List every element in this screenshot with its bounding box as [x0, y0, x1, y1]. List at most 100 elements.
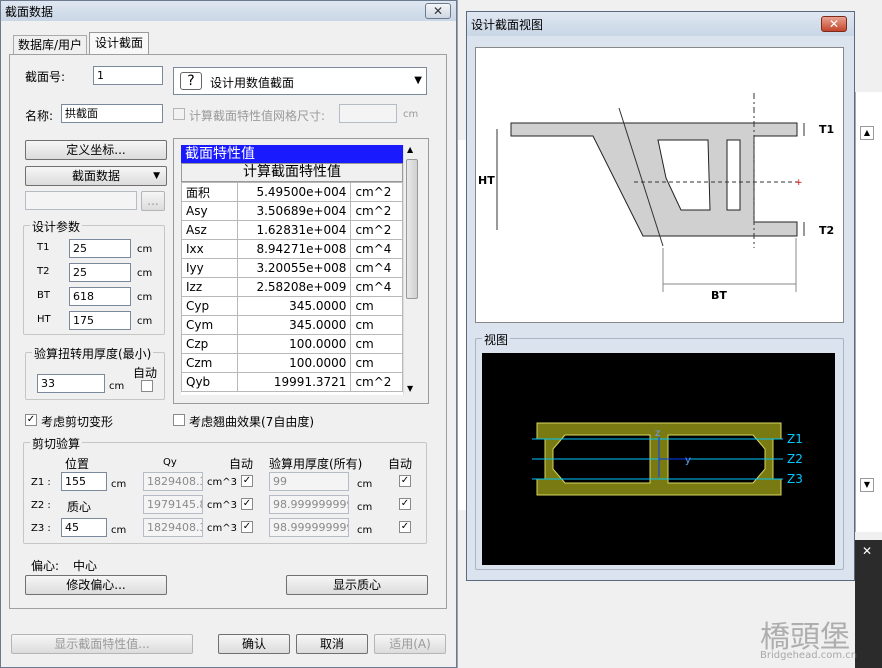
- chevron-down-icon: ▼: [414, 75, 422, 86]
- param-t2-label: T2: [37, 266, 50, 277]
- section-data-button-label: 截面数据: [71, 169, 120, 183]
- props-table-wrap: 截面特性值 计算截面特性值 面积 5.49500e+004 cm^2 Asy 3.506…: [181, 145, 403, 395]
- props-value-cell: 100.0000: [236, 353, 352, 373]
- z3-thickness-auto-checkbox[interactable]: ✓: [399, 521, 411, 533]
- param-t2-unit: cm: [137, 268, 153, 279]
- background-scroll-up[interactable]: ▲: [860, 126, 874, 140]
- preview-drawing: z y Z1 Z2 Z3: [532, 422, 803, 496]
- z2-thickness-unit: cm: [357, 502, 373, 513]
- z2-thickness-auto-checkbox[interactable]: ✓: [399, 498, 411, 510]
- z1-thickness-input[interactable]: 99: [269, 472, 349, 491]
- ok-button[interactable]: 确认: [218, 634, 290, 654]
- background-right-panel: [855, 92, 882, 532]
- show-centroid-button[interactable]: 显示质心: [286, 575, 428, 595]
- props-name-cell: Czp: [181, 334, 238, 354]
- section-type-select[interactable]: ? 设计用数值截面 ▼: [173, 67, 427, 95]
- section-data-button[interactable]: 截面数据 ▼: [25, 166, 167, 186]
- preview-z1-label: Z1: [787, 432, 803, 446]
- props-name-cell: 面积: [181, 182, 238, 202]
- param-bt-label: BT: [37, 290, 50, 301]
- z1-qy-input[interactable]: 1829408.33: [143, 472, 203, 491]
- props-name-cell: Asz: [181, 220, 238, 240]
- param-t1-input[interactable]: 25: [69, 239, 131, 258]
- param-bt-unit: cm: [137, 292, 153, 303]
- section-no-label: 截面号:: [25, 70, 66, 84]
- param-t2-input[interactable]: 25: [69, 263, 131, 282]
- section-no-input[interactable]: 1: [93, 66, 163, 85]
- chevron-down-icon: ▼: [153, 171, 160, 181]
- param-t1-unit: cm: [137, 244, 153, 255]
- mesh-input[interactable]: [339, 104, 397, 123]
- mesh-label: 计算截面特性值网格尺寸:: [189, 109, 326, 123]
- z1-thickness-unit: cm: [357, 479, 373, 490]
- section-view-window: 设计截面视图 ✕ + HT T1 T2 BT 视图 z y Z1 Z2 Z3: [466, 11, 855, 581]
- z1-thickness-auto-checkbox[interactable]: ✓: [399, 475, 411, 487]
- props-unit-cell: cm^2: [350, 182, 403, 202]
- background-scroll-down[interactable]: ▼: [860, 478, 874, 492]
- dialog-close-button[interactable]: ✕: [425, 3, 451, 19]
- z2-position-value: 质心: [67, 500, 92, 514]
- name-input[interactable]: 拱截面: [61, 104, 163, 123]
- define-coord-button[interactable]: 定义坐标...: [25, 140, 167, 160]
- props-value-cell: 3.50689e+004: [236, 201, 352, 221]
- torsion-unit: cm: [109, 381, 125, 392]
- z1-qy-auto-checkbox[interactable]: ✓: [241, 475, 253, 487]
- props-value-cell: 8.94271e+008: [236, 239, 352, 259]
- preview-y-label: y: [685, 455, 691, 466]
- z2-qy-input[interactable]: 1979145.81: [143, 495, 203, 514]
- props-unit-cell: cm: [350, 334, 403, 354]
- tab-database-user[interactable]: 数据库/用户: [13, 35, 88, 55]
- param-ht-input[interactable]: 175: [69, 311, 131, 330]
- props-row: Ixx 8.94271e+008 cm^4: [181, 239, 403, 259]
- z3-qy-auto-checkbox[interactable]: ✓: [241, 521, 253, 533]
- preview-title: 视图: [482, 331, 511, 348]
- preview-z3-label: Z3: [787, 472, 803, 486]
- props-title: 截面特性值: [181, 145, 403, 163]
- warping-checkbox[interactable]: [173, 414, 185, 426]
- browse-button[interactable]: ...: [141, 191, 165, 211]
- z3-thickness-input[interactable]: 98.9999999999: [269, 518, 349, 537]
- props-name-cell: Cym: [181, 315, 238, 335]
- scroll-thumb[interactable]: [406, 159, 418, 299]
- design-params-title: 设计参数: [30, 218, 83, 235]
- props-row: Czp 100.0000 cm: [181, 334, 403, 354]
- apply-button[interactable]: 适用(A): [374, 634, 446, 654]
- param-t1-label: T1: [37, 242, 50, 253]
- file-path-input[interactable]: [25, 191, 137, 210]
- background-close-icon[interactable]: ✕: [862, 544, 872, 558]
- z2-qy-auto-checkbox[interactable]: ✓: [241, 498, 253, 510]
- watermark-url: Bridgehead.com.cn: [760, 650, 858, 661]
- props-row: Asy 3.50689e+004 cm^2: [181, 201, 403, 221]
- props-row: Czm 100.0000 cm: [181, 353, 403, 373]
- props-scrollbar[interactable]: ▲ ▼: [403, 145, 419, 395]
- mesh-unit: cm: [403, 109, 419, 120]
- props-unit-cell: cm^4: [350, 239, 403, 259]
- scroll-up-icon[interactable]: ▲: [407, 145, 413, 154]
- mesh-checkbox[interactable]: [173, 108, 185, 120]
- param-bt-input[interactable]: 618: [69, 287, 131, 306]
- view-close-button[interactable]: ✕: [821, 16, 847, 32]
- props-unit-cell: cm^2: [350, 220, 403, 240]
- shear-deform-label: 考虑剪切变形: [41, 415, 114, 429]
- show-props-button[interactable]: 显示截面特性值...: [11, 634, 193, 654]
- dialog-titlebar: 截面数据: [1, 1, 456, 21]
- z3-qy-input[interactable]: 1829408.33: [143, 518, 203, 537]
- z3-position-input[interactable]: 45: [61, 518, 107, 537]
- torsion-auto-checkbox[interactable]: [141, 380, 153, 392]
- props-header: 计算截面特性值: [181, 163, 403, 182]
- props-value-cell: 100.0000: [236, 334, 352, 354]
- tab-design-section[interactable]: 设计截面: [89, 32, 150, 55]
- modify-offset-button[interactable]: 修改偏心...: [25, 575, 167, 595]
- z2-thickness-input[interactable]: 98.9999999999: [269, 495, 349, 514]
- dialog-title: 截面数据: [5, 5, 54, 19]
- shear-deform-checkbox[interactable]: ✓: [25, 414, 37, 426]
- z3-qy-unit: cm^3: [207, 523, 237, 534]
- torsion-input[interactable]: 33: [37, 374, 105, 393]
- torsion-auto-label: 自动: [133, 366, 158, 380]
- cancel-button[interactable]: 取消: [296, 634, 368, 654]
- scroll-down-icon[interactable]: ▼: [407, 384, 413, 393]
- z1-position-input[interactable]: 155: [61, 472, 107, 491]
- z1-qy-unit: cm^3: [207, 477, 237, 488]
- props-name-cell: Qyb: [181, 372, 238, 392]
- bt-label: BT: [711, 289, 727, 302]
